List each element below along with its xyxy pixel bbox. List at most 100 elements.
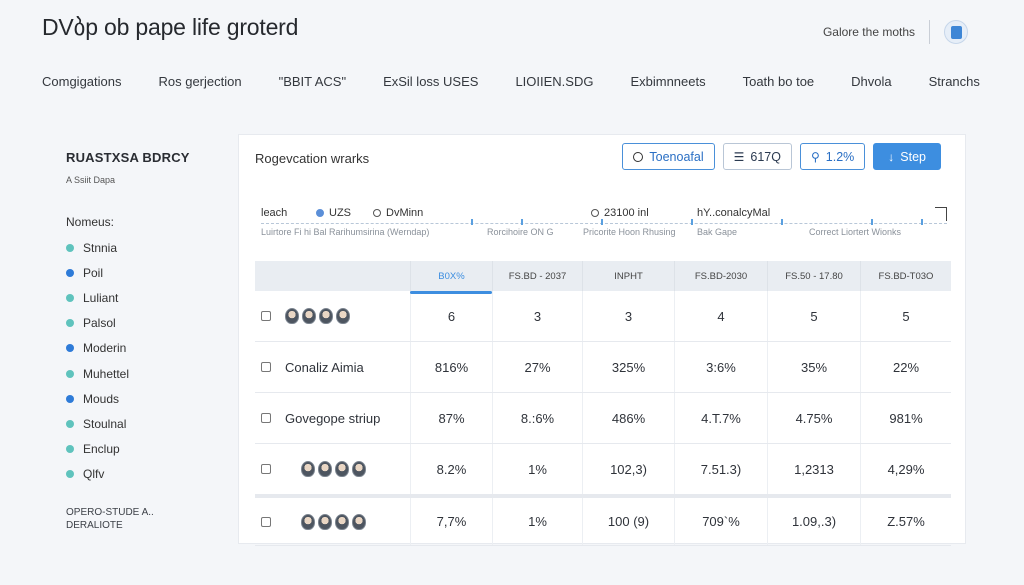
nav-item-4[interactable]: ExSil loss USES bbox=[383, 74, 478, 89]
avatar-icon bbox=[301, 513, 315, 530]
left-panel-item[interactable]: Poil bbox=[66, 260, 226, 285]
left-panel-item[interactable]: Stnnia bbox=[66, 235, 226, 260]
column-header[interactable]: FS.50 - 17.80 bbox=[767, 261, 860, 291]
avatar-icon bbox=[302, 308, 316, 324]
row-checkbox[interactable] bbox=[261, 311, 271, 321]
filter-sublabel: Correct Liortert Wionks bbox=[809, 227, 902, 237]
table-cell: 27% bbox=[492, 342, 582, 392]
left-panel-item-label: Enclup bbox=[83, 442, 120, 457]
table-cell: 100 (9) bbox=[582, 498, 674, 545]
column-header[interactable]: FS.BD - 2037 bbox=[492, 261, 582, 291]
row-label-cell bbox=[255, 291, 410, 341]
table-cell: 5 bbox=[860, 291, 951, 341]
nav-item-1[interactable]: Comgigations bbox=[42, 74, 122, 89]
column-header[interactable]: FS.BD-2030 bbox=[674, 261, 767, 291]
left-panel-item[interactable]: Stoulnal bbox=[66, 411, 226, 436]
table-row[interactable]: Govegope striup 87% 8.:6% 486% 4.T.7% 4.… bbox=[255, 393, 951, 444]
table-cell: 7.51.3) bbox=[674, 444, 767, 494]
globe-icon bbox=[591, 209, 599, 217]
filter-sublabel: Bak Gape bbox=[697, 227, 738, 237]
table-cell: 7,7% bbox=[410, 498, 492, 545]
row-checkbox[interactable] bbox=[261, 413, 271, 423]
search-filter[interactable]: leach bbox=[261, 207, 287, 219]
list-icon: ☰ bbox=[733, 149, 745, 164]
avatar-icon bbox=[319, 308, 333, 324]
column-header bbox=[255, 261, 410, 291]
timeline-mark bbox=[781, 219, 783, 225]
left-panel-footer-line: OPERO-STUDE A.. bbox=[66, 507, 154, 518]
user-filter-button-label: 1.2% bbox=[825, 149, 855, 164]
toolbar: Toenoafal ☰ 617Q ⚲ 1.2% ↓ Step bbox=[622, 143, 941, 170]
table-cell: 4,29% bbox=[860, 444, 951, 494]
table-cell: 325% bbox=[582, 342, 674, 392]
row-checkbox[interactable] bbox=[261, 362, 271, 372]
center-filter[interactable]: 23100 inl bbox=[591, 207, 649, 219]
row-checkbox[interactable] bbox=[261, 516, 271, 527]
nav-item-8[interactable]: Dhvola bbox=[851, 74, 891, 89]
nav-item-3[interactable]: "BBIT ACS" bbox=[279, 74, 347, 89]
toggle-button[interactable]: Toenoafal bbox=[622, 143, 715, 170]
status-dot-icon bbox=[66, 293, 74, 302]
step-button[interactable]: ↓ Step bbox=[873, 143, 941, 170]
avatar-icon bbox=[352, 461, 366, 477]
status-dot-icon bbox=[66, 419, 74, 428]
row-name: Govegope striup bbox=[285, 410, 381, 426]
nav-item-9[interactable]: Stranchs bbox=[929, 74, 980, 89]
column-header[interactable]: INPHT bbox=[582, 261, 674, 291]
nav-item-6[interactable]: Exbimnneets bbox=[630, 74, 705, 89]
timeline-mark bbox=[521, 219, 523, 225]
left-panel-title: RUASTXSA BDRCY bbox=[66, 150, 190, 165]
table-row[interactable]: Conaliz Aimia 816% 27% 325% 3:6% 35% 22% bbox=[255, 342, 951, 393]
left-panel-item[interactable]: Luliant bbox=[66, 285, 226, 310]
nav-item-7[interactable]: Toath bo toe bbox=[743, 74, 815, 89]
status-dot-icon bbox=[66, 243, 74, 252]
list-button[interactable]: ☰ 617Q bbox=[722, 143, 792, 170]
left-panel-item[interactable]: Enclup bbox=[66, 437, 226, 462]
left-panel-item[interactable]: Muhettel bbox=[66, 361, 226, 386]
table-cell: 6 bbox=[410, 291, 492, 341]
table-row[interactable]: 8.2% 1% 102,3) 7.51.3) 1,2313 4,29% bbox=[255, 444, 951, 495]
row-label-cell bbox=[255, 444, 410, 494]
radio-option-2[interactable]: DvMinn bbox=[373, 207, 423, 219]
timeline-line bbox=[261, 223, 947, 224]
row-label-cell: Conaliz Aimia bbox=[255, 342, 410, 392]
table-row[interactable]: 6 3 3 4 5 5 bbox=[255, 291, 951, 342]
left-panel-item-label: Palsol bbox=[83, 316, 116, 331]
nav-item-2[interactable]: Ros gerjection bbox=[158, 74, 241, 89]
status-dot-icon bbox=[66, 394, 74, 403]
user-avatar-icon[interactable] bbox=[944, 20, 968, 44]
table-cell: 816% bbox=[410, 342, 492, 392]
left-panel-item[interactable]: Qlfv bbox=[66, 462, 226, 487]
list-button-label: 617Q bbox=[750, 149, 781, 164]
avatar-icon bbox=[352, 513, 366, 530]
left-panel-section-label: Nomeus: bbox=[66, 215, 115, 229]
table-cell: 8.2% bbox=[410, 444, 492, 494]
step-button-label: Step bbox=[900, 149, 926, 164]
table-cell: 981% bbox=[860, 393, 951, 443]
expand-icon[interactable] bbox=[935, 207, 947, 221]
column-header[interactable]: FS.BD-T03O bbox=[860, 261, 951, 291]
column-header[interactable]: B0X% bbox=[410, 261, 492, 291]
table-cell: 486% bbox=[582, 393, 674, 443]
filter-strip: leach UZS DvMinn 23100 inl hY..conalcyMa… bbox=[261, 205, 947, 245]
main-card: Rogevcation wrarks Toenoafal ☰ 617Q ⚲ 1.… bbox=[238, 134, 966, 546]
left-panel-item-label: Qlfv bbox=[83, 467, 105, 482]
left-panel-item[interactable]: Moderin bbox=[66, 336, 226, 361]
right-filter[interactable]: hY..conalcyMal bbox=[697, 207, 770, 219]
left-panel-item[interactable]: Mouds bbox=[66, 386, 226, 411]
row-label-cell: Govegope striup bbox=[255, 393, 410, 443]
table-row[interactable]: 7,7% 1% 100 (9) 709`% 1.09,.3) Z.57% bbox=[255, 495, 951, 546]
left-panel-item[interactable]: Palsol bbox=[66, 311, 226, 336]
header-link[interactable]: Galore the moths bbox=[823, 25, 915, 39]
radio-option-1[interactable]: UZS bbox=[316, 207, 351, 219]
table-cell: Z.57% bbox=[860, 498, 951, 545]
avatar-group bbox=[301, 461, 366, 477]
avatar-icon bbox=[301, 461, 315, 477]
status-dot-icon bbox=[66, 445, 74, 454]
table-cell: 4 bbox=[674, 291, 767, 341]
arrow-down-icon: ↓ bbox=[888, 149, 895, 164]
top-navigation: Comgigations Ros gerjection "BBIT ACS" E… bbox=[42, 74, 980, 89]
nav-item-5[interactable]: LIOIIEN.SDG bbox=[515, 74, 593, 89]
row-checkbox[interactable] bbox=[261, 464, 271, 474]
user-filter-button[interactable]: ⚲ 1.2% bbox=[799, 143, 866, 170]
